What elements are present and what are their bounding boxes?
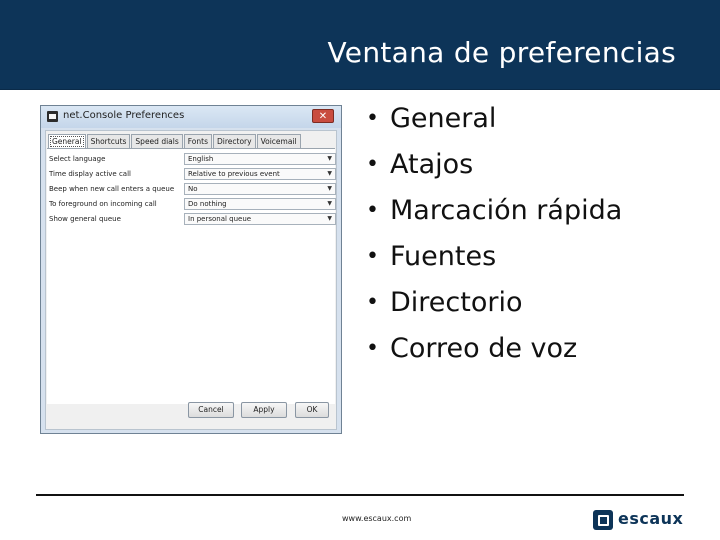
- time-display-select[interactable]: Relative to previous event ▼: [184, 168, 336, 180]
- apply-button[interactable]: Apply: [241, 402, 287, 418]
- bullet-text: Directorio: [390, 287, 523, 318]
- setting-row-beep: Beep when new call enters a queue No ▼: [48, 183, 336, 196]
- chevron-down-icon: ▼: [327, 215, 332, 222]
- setting-row-foreground: To foreground on incoming call Do nothin…: [48, 198, 336, 211]
- window-titlebar[interactable]: net.Console Preferences ✕: [41, 106, 341, 128]
- bullet-icon: •: [366, 152, 379, 177]
- setting-label: To foreground on incoming call: [49, 200, 157, 208]
- tab-fonts[interactable]: Fonts: [183, 134, 212, 149]
- tab-strip: General Shortcuts Speed dials Fonts Dire…: [48, 134, 302, 149]
- tab-speed-dials[interactable]: Speed dials: [131, 134, 183, 149]
- bullet-text: Atajos: [390, 149, 474, 180]
- footer-url: www.escaux.com: [342, 514, 412, 523]
- setting-label: Select language: [49, 155, 106, 163]
- setting-label: Time display active call: [49, 170, 131, 178]
- cancel-button[interactable]: Cancel: [188, 402, 234, 418]
- setting-row-time-display: Time display active call Relative to pre…: [48, 168, 336, 181]
- preferences-window-screenshot: net.Console Preferences ✕ General Shortc…: [40, 105, 342, 434]
- bullet-icon: •: [366, 244, 379, 269]
- slide-title: Ventana de preferencias: [327, 36, 676, 69]
- select-value: English: [188, 155, 214, 163]
- foreground-select[interactable]: Do nothing ▼: [184, 198, 336, 210]
- setting-row-language: Select language English ▼: [48, 153, 336, 166]
- header-divider: [0, 89, 720, 90]
- slide-header: Ventana de preferencias: [0, 0, 720, 90]
- language-select[interactable]: English ▼: [184, 153, 336, 165]
- bullet-text: Fuentes: [390, 241, 497, 272]
- bullet-icon: •: [366, 290, 379, 315]
- select-value: In personal queue: [188, 215, 252, 223]
- setting-label: Beep when new call enters a queue: [49, 185, 175, 193]
- bullet-item-atajos: • Atajos: [364, 146, 622, 192]
- bullet-item-general: • General: [364, 100, 622, 146]
- logo-text: escaux: [618, 509, 684, 528]
- general-settings-panel: Select language English ▼ Time display a…: [47, 148, 336, 404]
- chevron-down-icon: ▼: [327, 155, 332, 162]
- close-button[interactable]: ✕: [312, 109, 334, 123]
- setting-label: Show general queue: [49, 215, 121, 223]
- select-value: Relative to previous event: [188, 170, 280, 178]
- bullet-list: • General • Atajos • Marcación rápida • Fuen…: [364, 100, 622, 376]
- select-value: Do nothing: [188, 200, 227, 208]
- bullet-item-fuentes: • Fuentes: [364, 238, 622, 284]
- bullet-text: General: [390, 103, 497, 134]
- chevron-down-icon: ▼: [327, 170, 332, 177]
- bullet-text: Marcación rápida: [390, 195, 623, 226]
- tab-shortcuts[interactable]: Shortcuts: [86, 134, 131, 149]
- bullet-icon: •: [366, 106, 379, 131]
- bullet-text: Correo de voz: [390, 333, 578, 364]
- select-value: No: [188, 185, 198, 193]
- tab-directory[interactable]: Directory: [213, 134, 256, 149]
- setting-row-general-queue: Show general queue In personal queue ▼: [48, 213, 336, 226]
- bullet-item-correo-de-voz: • Correo de voz: [364, 330, 622, 376]
- ok-button[interactable]: OK: [295, 402, 329, 418]
- logo-mark-icon: [593, 510, 613, 530]
- window-title: net.Console Preferences: [63, 110, 185, 121]
- chevron-down-icon: ▼: [327, 185, 332, 192]
- bullet-icon: •: [366, 336, 379, 361]
- tab-general[interactable]: General: [48, 134, 86, 149]
- chevron-down-icon: ▼: [327, 200, 332, 207]
- footer-divider: [36, 494, 684, 496]
- beep-select[interactable]: No ▼: [184, 183, 336, 195]
- tab-voicemail[interactable]: Voicemail: [256, 134, 301, 149]
- bullet-icon: •: [366, 198, 379, 223]
- dialog-body: General Shortcuts Speed dials Fonts Dire…: [45, 130, 337, 430]
- app-icon: [47, 111, 58, 122]
- general-queue-select[interactable]: In personal queue ▼: [184, 213, 336, 225]
- bullet-item-directorio: • Directorio: [364, 284, 622, 330]
- bullet-item-marcacion-rapida: • Marcación rápida: [364, 192, 622, 238]
